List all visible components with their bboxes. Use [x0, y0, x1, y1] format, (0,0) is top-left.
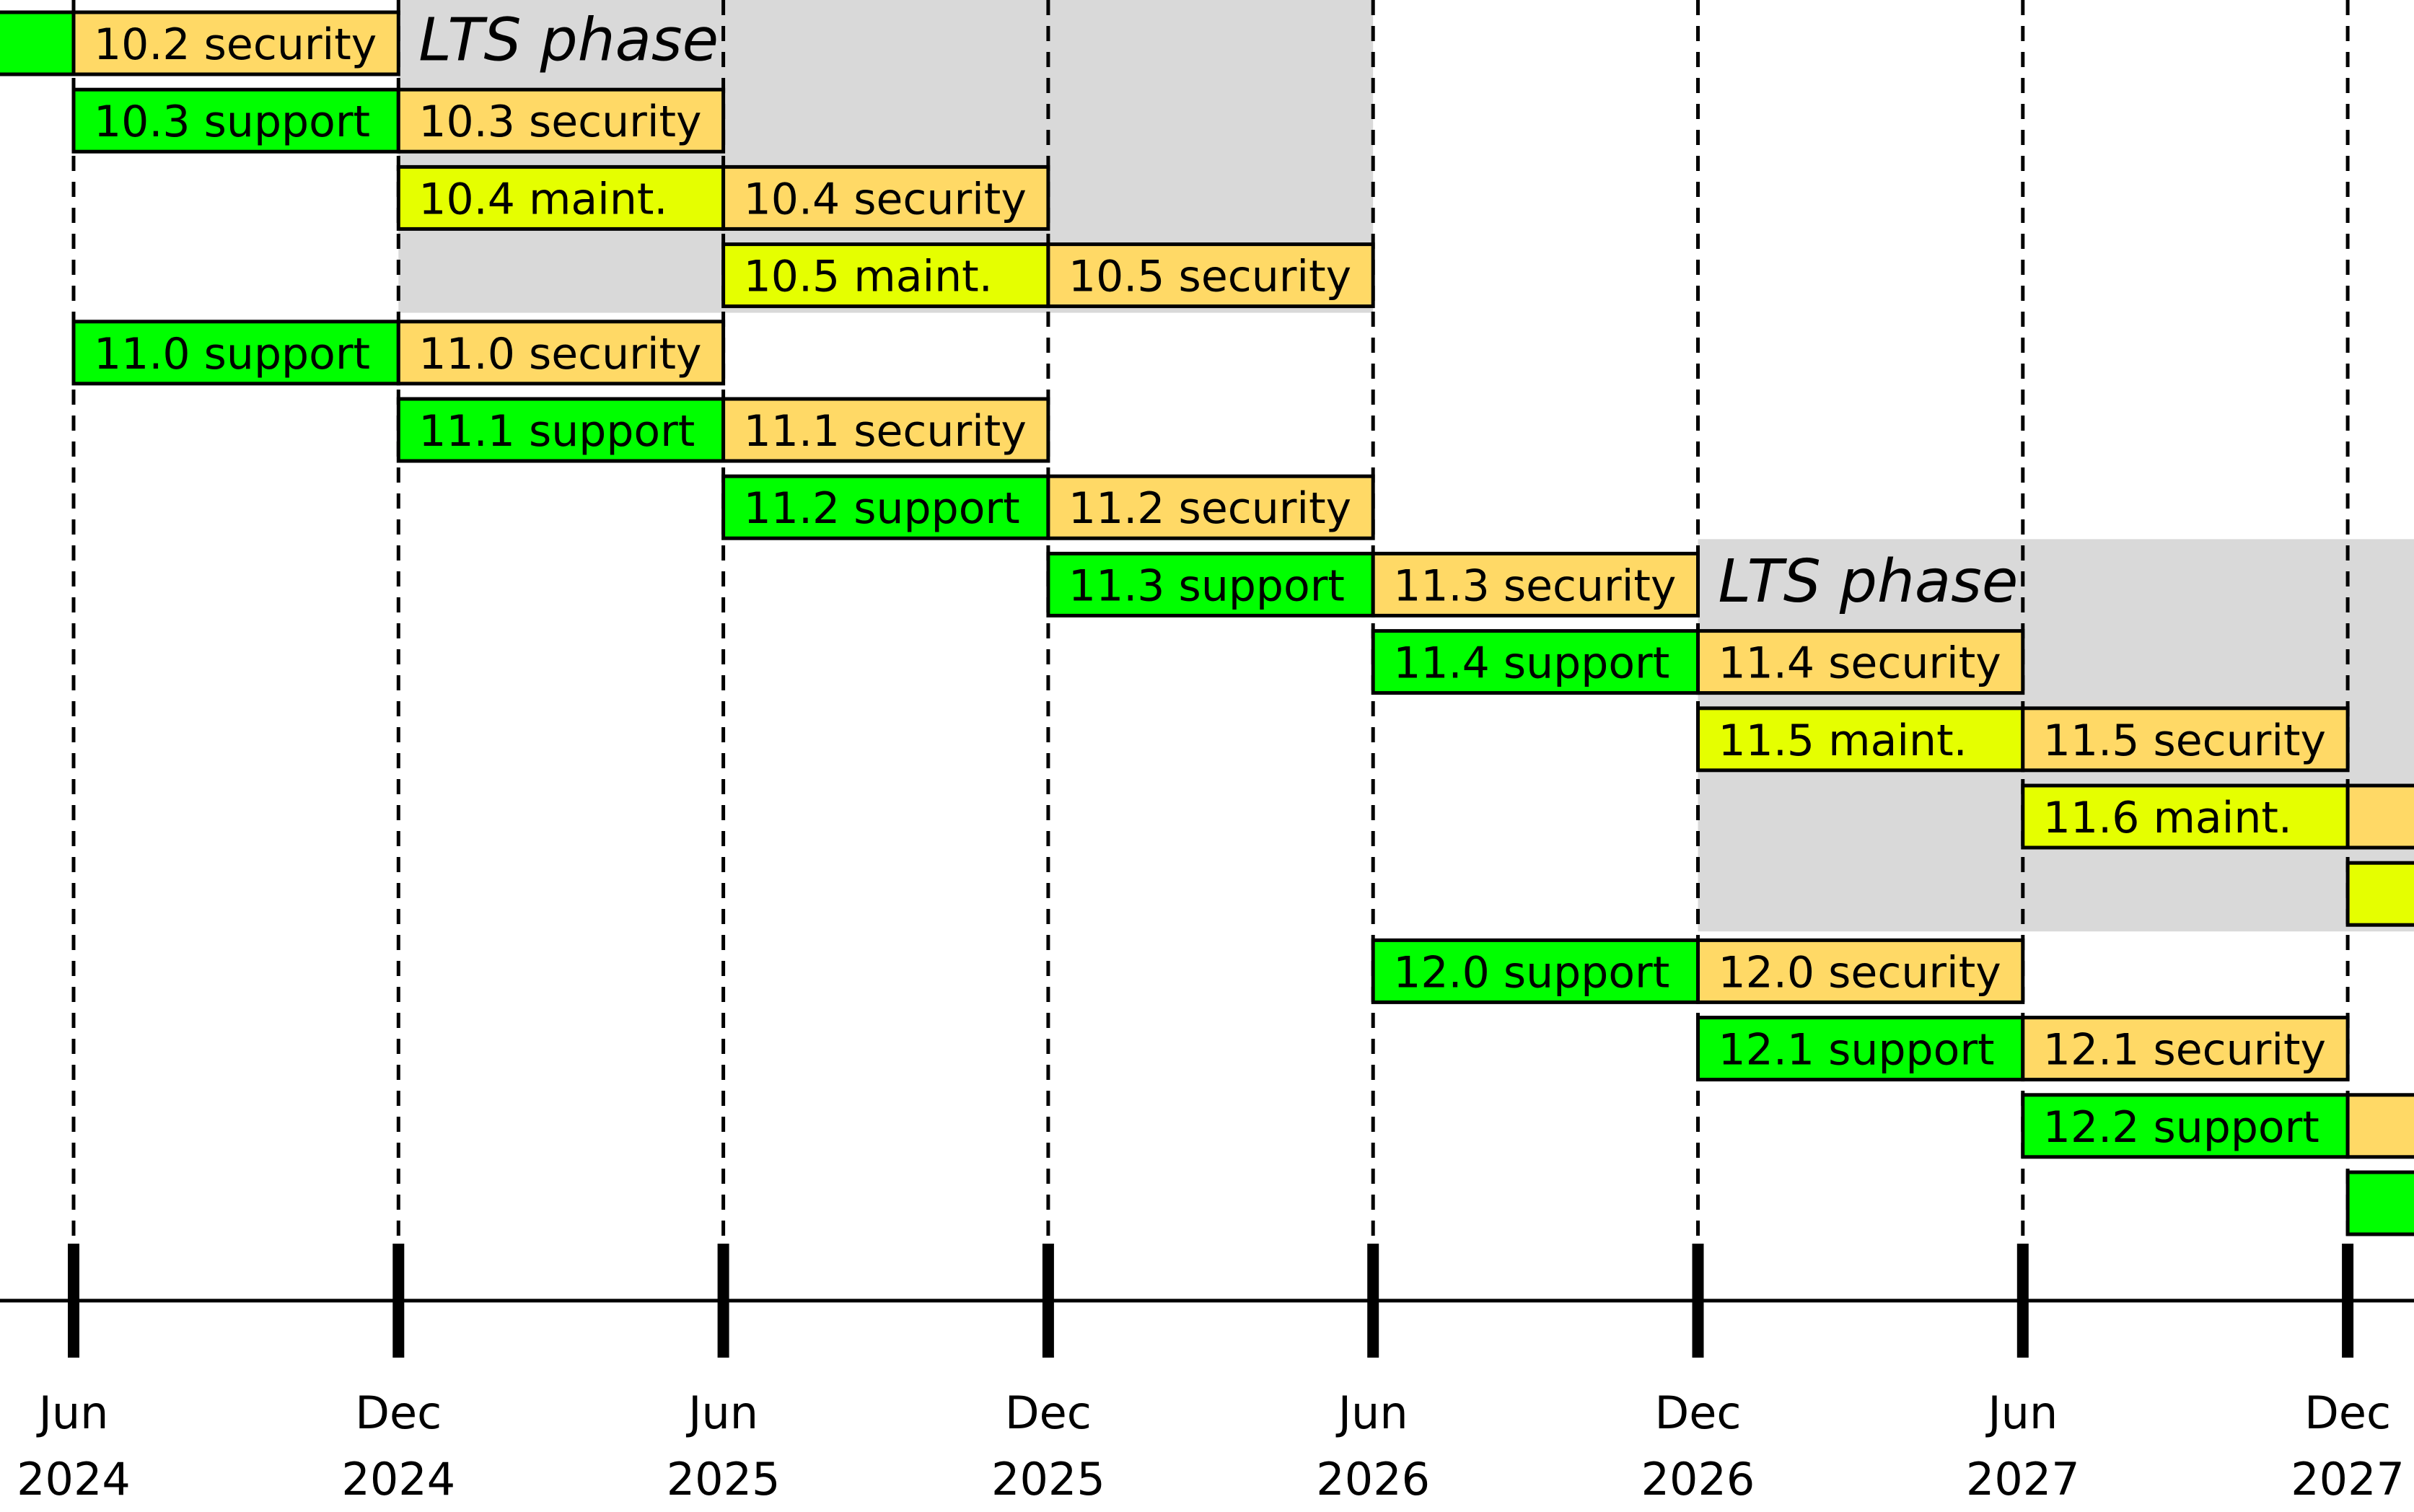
bar-label: 11.2 support — [744, 483, 1020, 534]
release-support-timeline-chart: LTS phase LTS phase 10.2 security 10.3 sup… — [0, 0, 2414, 1506]
bar-label: 11.5 security — [2043, 716, 2326, 766]
bar-label: 11.2 security — [1068, 483, 1351, 534]
tick-label-month: Dec — [355, 1386, 442, 1439]
version-row: 12.0 support 12.0 security — [1371, 938, 2025, 1004]
tick-label-month: Jun — [1985, 1386, 2058, 1439]
version-row: 10.2 security — [0, 10, 400, 76]
maintenance-phase-bar — [2345, 861, 2414, 927]
bar-label: 10.4 security — [744, 174, 1027, 224]
bar-label: 10.5 security — [1068, 252, 1351, 302]
version-row: 10.5 maint. 10.5 security — [721, 242, 1375, 309]
version-row: 10.4 maint. 10.4 security — [396, 164, 1050, 231]
bar-label: 10.2 security — [94, 19, 377, 70]
axis-tick — [2016, 1244, 2029, 1358]
axis-tick — [2342, 1244, 2354, 1358]
bar-label: 10.3 support — [94, 97, 370, 147]
bar-label: 10.3 security — [418, 97, 701, 147]
tick-label-year: 2027 — [1966, 1453, 2080, 1506]
version-row: 11.2 support 11.2 security — [721, 474, 1375, 540]
axis-tick — [1692, 1244, 1704, 1358]
version-row: 11.5 maint. 11.5 security — [1696, 706, 2350, 773]
tick-label-year: 2025 — [991, 1453, 1105, 1506]
bar-label: 11.4 security — [1719, 638, 2001, 689]
version-row — [2345, 1170, 2414, 1236]
version-row: 11.1 support 11.1 security — [396, 397, 1050, 463]
tick-label-month: Jun — [1335, 1386, 1408, 1439]
version-row — [2345, 861, 2414, 927]
axis-tick — [392, 1244, 405, 1358]
tick-label-year: 2027 — [2291, 1453, 2405, 1506]
tick-label-month: Jun — [685, 1386, 758, 1439]
version-row: 12.2 support — [2021, 1093, 2414, 1159]
lts-phase-label: LTS phase — [418, 6, 719, 75]
time-axis: Jun 2024 Dec 2024 Jun 2025 Dec 2025 Jun 2026 Dec 20… — [0, 1244, 2414, 1506]
version-row: 11.4 support 11.4 security — [1371, 629, 2025, 695]
tick-label-year: 2026 — [1316, 1453, 1430, 1506]
bar-label: 11.1 support — [418, 406, 695, 457]
support-phase-bar — [0, 10, 76, 76]
support-phase-bar — [2345, 1170, 2414, 1236]
version-row: 12.1 support 12.1 security — [1696, 1016, 2350, 1082]
axis-tick — [717, 1244, 729, 1358]
bar-label: 12.1 security — [2043, 1025, 2326, 1076]
tick-label-year: 2025 — [667, 1453, 781, 1506]
bar-label: 11.0 security — [418, 329, 701, 379]
axis-tick — [68, 1244, 79, 1358]
version-row: 11.0 support 11.0 security — [71, 320, 726, 386]
security-phase-bar — [2345, 1093, 2414, 1159]
bar-label: 11.0 support — [94, 329, 370, 379]
axis-tick — [1042, 1244, 1054, 1358]
bar-label: 11.3 support — [1068, 561, 1345, 611]
bar-label: 11.6 maint. — [2043, 793, 2292, 843]
tick-label-month: Jun — [36, 1386, 109, 1439]
bar-label: 12.0 security — [1719, 947, 2001, 998]
tick-label-year: 2024 — [341, 1453, 455, 1506]
version-row: 10.3 support 10.3 security — [71, 87, 726, 154]
tick-label-month: Dec — [1655, 1386, 1742, 1439]
bar-label: 12.1 support — [1719, 1025, 1995, 1076]
security-phase-bar — [2345, 783, 2414, 850]
bar-label: 11.4 support — [1393, 638, 1669, 689]
tick-label-month: Dec — [1005, 1386, 1092, 1439]
tick-label-year: 2026 — [1641, 1453, 1755, 1506]
bar-label: 10.5 maint. — [744, 252, 993, 302]
tick-label-month: Dec — [2304, 1386, 2391, 1439]
bar-label: 11.5 maint. — [1719, 716, 1967, 766]
bar-label: 12.2 support — [2043, 1102, 2319, 1153]
tick-label-year: 2024 — [17, 1453, 131, 1506]
version-row: 11.3 support 11.3 security — [1046, 551, 1700, 617]
lts-phase-label: LTS phase — [1719, 548, 2019, 616]
axis-tick — [1367, 1244, 1379, 1358]
bar-label: 11.1 security — [744, 406, 1027, 457]
version-row: 11.6 maint. — [2021, 783, 2414, 850]
bar-label: 10.4 maint. — [418, 174, 667, 224]
bar-label: 11.3 security — [1393, 561, 1676, 611]
bar-label: 12.0 support — [1393, 947, 1669, 998]
